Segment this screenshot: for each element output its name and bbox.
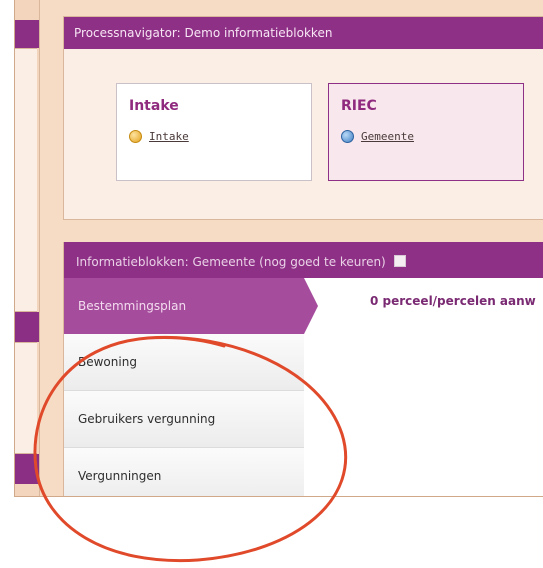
- sidebar-item-bestemmingsplan[interactable]: Bestemmingsplan: [64, 278, 318, 334]
- process-card-title: Intake: [129, 98, 179, 114]
- application-window: Processnavigator: Demo informatieblokken…: [14, 0, 543, 497]
- process-link-gemeente[interactable]: Gemeente: [361, 130, 414, 143]
- process-card-intake[interactable]: Intake Intake: [116, 83, 312, 181]
- information-blocks-title: Informatieblokken: Gemeente (nog goed te…: [76, 255, 386, 269]
- process-navigator-header: Processnavigator: Demo informatieblokken: [64, 17, 543, 49]
- status-dot-icon: [129, 130, 142, 143]
- parcel-count-text: 0 perceel/percelen aanw: [370, 294, 536, 308]
- approve-checkbox[interactable]: [393, 255, 406, 267]
- information-blocks-sidebar: Bestemmingsplan Bewoning Gebruikers verg…: [64, 278, 318, 496]
- left-panel-header: [15, 454, 39, 484]
- process-card-riec[interactable]: RIEC Gemeente: [328, 83, 524, 181]
- process-link-intake[interactable]: Intake: [149, 130, 189, 143]
- left-panel-header: [15, 20, 39, 48]
- process-card-title: RIEC: [341, 98, 377, 114]
- information-blocks-header: Informatieblokken: Gemeente (nog goed te…: [64, 242, 543, 278]
- left-panel-header: [15, 312, 39, 342]
- information-blocks-panel: Informatieblokken: Gemeente (nog goed te…: [63, 242, 543, 496]
- left-panel-body: [15, 48, 37, 312]
- status-dot-icon: [341, 130, 354, 143]
- sidebar-item-vergunningen[interactable]: Vergunningen: [64, 448, 304, 496]
- sidebar-item-gebruikers-vergunning[interactable]: Gebruikers vergunning: [64, 391, 304, 448]
- process-card-item[interactable]: Gemeente: [341, 130, 414, 143]
- sidebar-item-bewoning[interactable]: Bewoning: [64, 334, 304, 391]
- left-edge-strip: [15, 0, 40, 496]
- process-card-item[interactable]: Intake: [129, 130, 189, 143]
- process-navigator-panel: Processnavigator: Demo informatieblokken…: [63, 16, 543, 220]
- left-panel-body: [15, 342, 37, 454]
